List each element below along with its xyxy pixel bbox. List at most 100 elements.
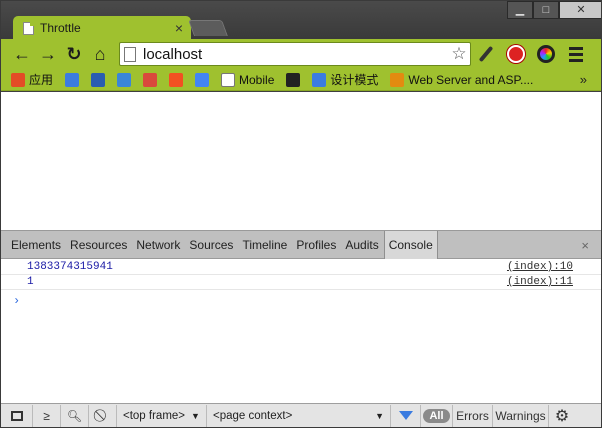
toolbar: ← → ↻ ⌂ ☆ bbox=[1, 39, 601, 69]
eyedropper-extension-button[interactable] bbox=[471, 41, 501, 67]
console-message-row: 1383374315941 (index):10 bbox=[1, 260, 601, 275]
devtools-panel: Elements Resources Network Sources Timeline P… bbox=[1, 230, 601, 427]
bookmark-label: Mobile bbox=[239, 72, 275, 87]
tab-title: Throttle bbox=[40, 21, 81, 35]
filter-all-label: All bbox=[423, 408, 450, 423]
console-message-row: 1 (index):11 bbox=[1, 275, 601, 290]
browser-window: Throttle × ▁ □ ✕ ← → ↻ ⌂ ☆ bbox=[0, 0, 602, 428]
menu-button[interactable] bbox=[561, 41, 591, 67]
tab-strip: Throttle × ▁ □ ✕ bbox=[1, 1, 601, 40]
apps-grid-icon bbox=[11, 72, 25, 87]
filter-icon bbox=[398, 411, 413, 420]
search-button[interactable]: 🔍︎ bbox=[61, 404, 89, 427]
devtools-tab-timeline[interactable]: Timeline bbox=[238, 231, 291, 259]
console-source-link[interactable]: (index):10 bbox=[507, 261, 573, 273]
devtools-tab-sources[interactable]: Sources bbox=[185, 231, 237, 259]
devtools-close-icon[interactable]: × bbox=[581, 238, 589, 253]
page-icon bbox=[23, 21, 34, 35]
color-wheel-icon bbox=[537, 45, 555, 63]
filter-warnings-button[interactable]: Warnings bbox=[493, 404, 549, 427]
devtools-tab-resources[interactable]: Resources bbox=[66, 231, 131, 259]
bookmark-item[interactable] bbox=[65, 72, 83, 87]
page-icon bbox=[124, 46, 136, 62]
browser-tab[interactable]: Throttle × bbox=[13, 16, 191, 40]
console-message-text: 1383374315941 bbox=[27, 261, 113, 273]
chevron-down-icon: ▼ bbox=[375, 410, 384, 421]
devtools-tab-console[interactable]: Console bbox=[383, 230, 438, 259]
back-button[interactable]: ← bbox=[9, 41, 35, 67]
settings-button[interactable]: ⚙ bbox=[549, 405, 575, 427]
bookmark-item[interactable] bbox=[91, 72, 109, 87]
filter-errors-button[interactable]: Errors bbox=[453, 404, 493, 427]
home-button[interactable]: ⌂ bbox=[87, 41, 113, 67]
eyedropper-icon bbox=[478, 45, 494, 63]
filter-all-button[interactable]: All bbox=[421, 404, 453, 427]
stop-icon bbox=[507, 45, 525, 63]
filter-errors-label: Errors bbox=[456, 408, 489, 423]
search-icon: 🔍︎ bbox=[66, 408, 83, 423]
bookmark-item[interactable] bbox=[286, 72, 304, 87]
context-select[interactable]: <page context> ▼ bbox=[207, 404, 391, 427]
new-tab-button[interactable] bbox=[188, 20, 228, 36]
devtools-tab-audits[interactable]: Audits bbox=[341, 231, 382, 259]
page-content bbox=[1, 92, 601, 230]
devtools-status-bar: ≥ 🔍︎ ⃠ <top frame> ▼ <page context> ▼ Al… bbox=[1, 403, 601, 427]
bookmark-item[interactable] bbox=[117, 72, 135, 87]
tab-close-icon[interactable]: × bbox=[171, 20, 187, 36]
bookmark-item[interactable] bbox=[195, 72, 213, 87]
bookmarks-overflow-button[interactable]: » bbox=[580, 72, 587, 87]
console-message-text: 1 bbox=[27, 276, 34, 288]
panda-icon bbox=[286, 72, 301, 87]
devtools-tab-elements[interactable]: Elements bbox=[7, 231, 65, 259]
clear-console-button[interactable]: ⃠ bbox=[89, 404, 117, 427]
bookmarks-bar: 应用 Mobile 设计模式 Web Server and ASP.... » bbox=[1, 69, 601, 91]
b-icon bbox=[117, 72, 132, 87]
grid-icon bbox=[91, 72, 106, 87]
show-drawer-button[interactable]: ≥ bbox=[33, 404, 61, 427]
forward-button[interactable]: → bbox=[35, 41, 61, 67]
window-controls: ▁ □ ✕ bbox=[507, 1, 601, 19]
globe-icon bbox=[312, 72, 327, 87]
bookmark-item[interactable]: 设计模式 bbox=[312, 71, 378, 88]
drawer-icon: ≥ bbox=[43, 408, 50, 423]
console-prompt[interactable]: › bbox=[13, 294, 20, 308]
bookmark-item[interactable]: Web Server and ASP.... bbox=[390, 72, 534, 87]
devtools-tabs: Elements Resources Network Sources Timeline P… bbox=[1, 230, 601, 259]
close-window-button[interactable]: ✕ bbox=[559, 1, 601, 19]
user-icon bbox=[390, 72, 405, 87]
bookmark-item[interactable] bbox=[143, 72, 161, 87]
frame-select[interactable]: <top frame> ▼ bbox=[117, 404, 207, 427]
menu-icon bbox=[569, 46, 583, 62]
bookmark-item[interactable]: Mobile bbox=[221, 72, 275, 87]
devtools-tab-network[interactable]: Network bbox=[132, 231, 184, 259]
dock-button[interactable] bbox=[1, 404, 33, 427]
maximize-button[interactable]: □ bbox=[533, 1, 559, 19]
page-icon bbox=[221, 72, 236, 87]
mail-icon bbox=[143, 72, 158, 87]
bookmark-item[interactable]: 应用 bbox=[11, 71, 53, 88]
translate-icon bbox=[195, 72, 210, 87]
context-select-value: <page context> bbox=[213, 409, 293, 422]
bookmark-label: 设计模式 bbox=[330, 73, 379, 87]
gear-icon: ⚙ bbox=[554, 407, 570, 425]
globe-icon bbox=[65, 72, 80, 87]
windows-icon bbox=[169, 72, 184, 87]
filter-warnings-label: Warnings bbox=[495, 408, 546, 423]
bookmark-label: Web Server and ASP.... bbox=[408, 72, 534, 87]
stop-extension-button[interactable] bbox=[501, 41, 531, 67]
address-input[interactable] bbox=[143, 45, 448, 63]
devtools-tab-profiles[interactable]: Profiles bbox=[292, 231, 340, 259]
dock-icon bbox=[10, 410, 23, 421]
minimize-button[interactable]: ▁ bbox=[507, 1, 533, 19]
color-extension-button[interactable] bbox=[531, 41, 561, 67]
omnibox[interactable]: ☆ bbox=[119, 42, 471, 66]
console-output: 1383374315941 (index):10 1 (index):11 › bbox=[1, 260, 601, 400]
bookmark-list: 应用 Mobile 设计模式 Web Server and ASP.... bbox=[11, 71, 545, 88]
star-icon[interactable]: ☆ bbox=[448, 44, 470, 64]
reload-button[interactable]: ↻ bbox=[61, 41, 87, 67]
filter-button[interactable] bbox=[391, 404, 421, 427]
bookmark-item[interactable] bbox=[169, 72, 187, 87]
chevron-down-icon: ▼ bbox=[191, 410, 200, 421]
console-source-link[interactable]: (index):11 bbox=[507, 276, 573, 288]
frame-select-value: <top frame> bbox=[123, 409, 186, 422]
